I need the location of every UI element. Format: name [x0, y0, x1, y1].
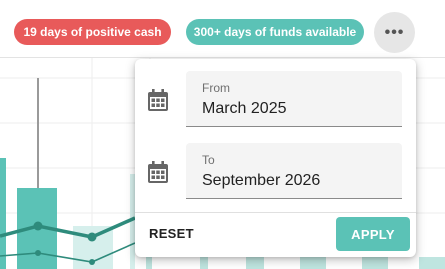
- chart-bar: [362, 257, 388, 269]
- chart-point: [89, 259, 95, 265]
- to-label: To: [202, 153, 215, 167]
- chart-bar: [200, 257, 208, 269]
- funds-available-badge: 300+ days of funds available: [186, 19, 364, 45]
- chart-bar: [419, 257, 445, 269]
- from-value: March 2025: [202, 100, 287, 117]
- chart-bar: [246, 257, 264, 269]
- from-label: From: [202, 81, 230, 95]
- apply-button[interactable]: APPLY: [336, 217, 410, 251]
- chart-point: [87, 232, 97, 242]
- from-date-field[interactable]: From March 2025: [186, 71, 402, 127]
- to-value: September 2026: [202, 172, 321, 189]
- calendar-icon: [148, 89, 168, 111]
- calendar-icon: [148, 161, 168, 183]
- date-range-dropdown: From March 2025 To September 2026 RESET …: [135, 59, 416, 257]
- chart-point: [33, 221, 43, 231]
- to-date-field[interactable]: To September 2026: [186, 143, 402, 199]
- reset-button[interactable]: RESET: [149, 217, 194, 251]
- chart-bar: [146, 255, 152, 269]
- positive-cash-badge: 19 days of positive cash: [14, 19, 171, 45]
- chart-point: [35, 250, 41, 256]
- more-options-button[interactable]: •••: [374, 12, 415, 53]
- chart-bar: [0, 158, 6, 269]
- chart-bar: [300, 257, 326, 269]
- dropdown-divider: [135, 212, 416, 213]
